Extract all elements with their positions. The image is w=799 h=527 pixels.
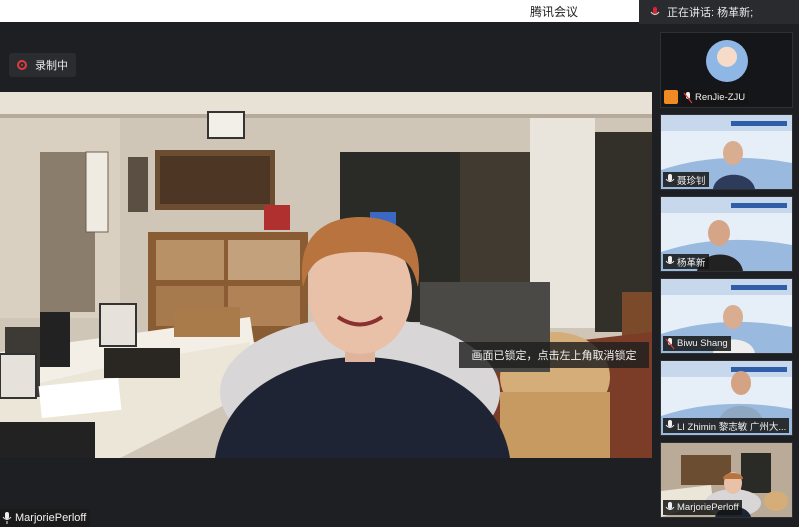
participant-tile[interactable]: Biwu Shang xyxy=(660,278,793,354)
participant-name: RenJie-ZJU xyxy=(695,92,746,103)
participant-tag: Biwu Shang xyxy=(663,336,731,351)
recording-status[interactable]: 录制中 xyxy=(9,53,76,77)
recording-label: 录制中 xyxy=(35,60,68,72)
participant-tile[interactable]: 杨革新 xyxy=(660,196,793,272)
participant-tag: RenJie-ZJU xyxy=(681,90,749,105)
participant-list: RenJie-ZJU 聂珍钊 杨革新 Biwu Shang LI Zhimin … xyxy=(652,24,799,527)
participant-tag: 杨革新 xyxy=(663,254,709,269)
app-title: 腾讯会议 xyxy=(530,5,579,19)
participant-name: Biwu Shang xyxy=(677,338,728,349)
speaking-text: 正在讲话: 杨革新; xyxy=(667,7,754,19)
speaking-indicator: 正在讲话: 杨革新; xyxy=(639,0,799,24)
participant-name: 杨革新 xyxy=(677,257,706,269)
host-badge-icon xyxy=(664,90,678,104)
participant-tile[interactable]: RenJie-ZJU xyxy=(660,32,793,108)
video-frame-graphic xyxy=(0,92,652,458)
participant-name: 聂珍钊 xyxy=(677,175,706,187)
lock-notice[interactable]: 画面已锁定，点击左上角取消锁定 xyxy=(459,342,649,368)
mic-icon xyxy=(2,512,12,524)
participant-tag: MarjoriePerloff xyxy=(663,500,742,515)
mic-icon xyxy=(665,173,675,182)
participant-tile[interactable]: 聂珍钊 xyxy=(660,114,793,190)
participant-tile[interactable]: MarjoriePerloff xyxy=(660,442,793,518)
speaker-mic-icon xyxy=(650,7,660,16)
title-bar: 腾讯会议 xyxy=(0,0,639,22)
mic-icon xyxy=(665,419,675,428)
mic-icon xyxy=(665,255,675,264)
main-video[interactable]: 画面已锁定，点击左上角取消锁定 xyxy=(0,92,652,458)
participant-name: MarjoriePerloff xyxy=(677,502,739,513)
main-participant-tag: MarjoriePerloff xyxy=(0,509,91,527)
mic-muted-icon xyxy=(683,91,693,103)
participant-name: LI Zhimin 黎志敏 广州大... xyxy=(677,421,787,433)
mic-icon xyxy=(665,501,675,510)
main-participant-name: MarjoriePerloff xyxy=(15,512,87,524)
participant-tag: 聂珍钊 xyxy=(663,172,709,187)
participant-tile[interactable]: LI Zhimin 黎志敏 广州大... xyxy=(660,360,793,436)
record-dot-icon xyxy=(17,60,27,70)
avatar xyxy=(706,40,748,82)
mic-muted-icon xyxy=(665,337,675,349)
participant-tag: LI Zhimin 黎志敏 广州大... xyxy=(663,418,790,433)
